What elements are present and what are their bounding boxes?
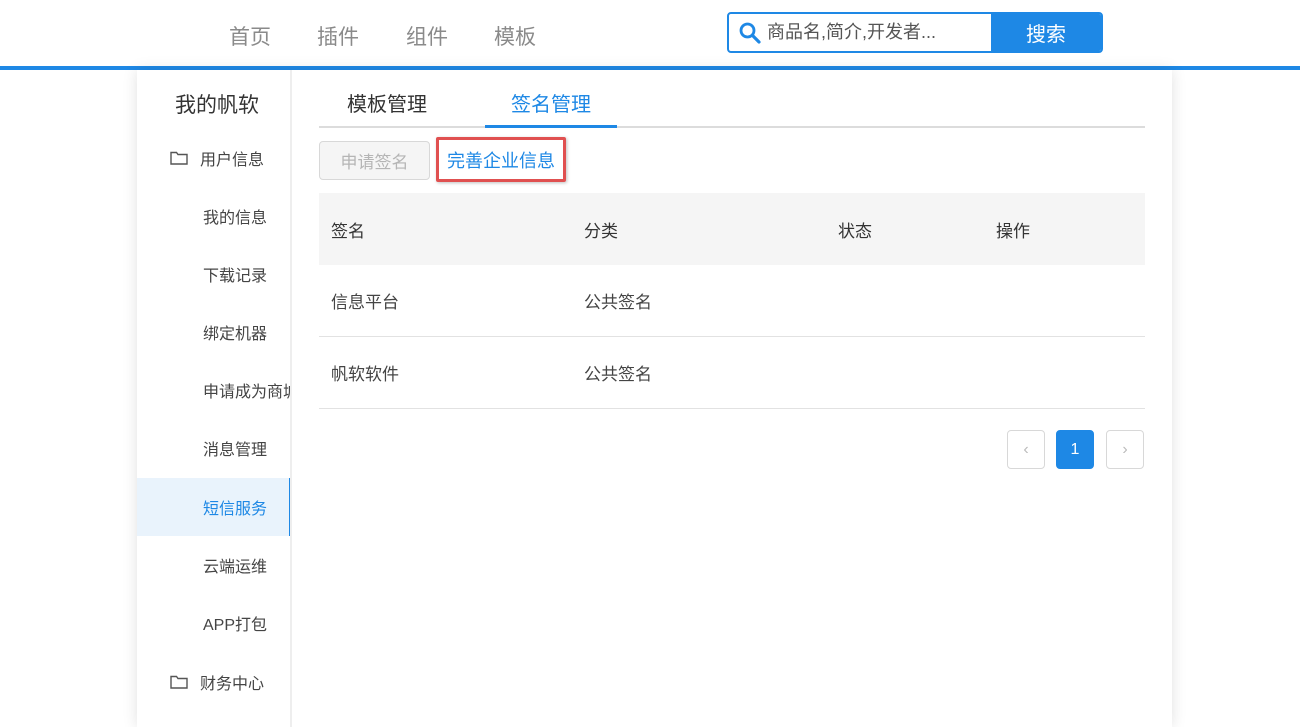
- tab-bar: 模板管理 签名管理: [319, 88, 1145, 128]
- pagination-prev-button[interactable]: ‹: [1007, 430, 1045, 469]
- sidebar-title: 我的帆软: [175, 94, 259, 117]
- cell-category: 公共签名: [584, 293, 652, 312]
- nav-plugins[interactable]: 插件: [317, 24, 359, 52]
- header-actions: 操作: [996, 221, 1030, 241]
- search-button[interactable]: 搜索: [991, 14, 1101, 51]
- apply-signature-button[interactable]: 申请签名: [319, 141, 430, 180]
- signature-table: 签名 分类 状态 操作 信息平台 公共签名 帆软软件 公共签名: [319, 193, 1145, 409]
- header-status: 状态: [838, 221, 872, 241]
- folder-icon: [170, 151, 188, 165]
- sidebar-item-become-developer[interactable]: 申请成为商城开发者: [137, 361, 290, 419]
- sidebar-item-app-packaging[interactable]: APP打包: [137, 594, 290, 652]
- table-header: 签名 分类 状态 操作: [319, 193, 1145, 265]
- sidebar-group-finance[interactable]: 财务中心: [170, 667, 264, 697]
- header-category: 分类: [584, 221, 618, 241]
- cell-signature: 帆软软件: [331, 365, 399, 384]
- sidebar: 我的帆软 用户信息 我的信息 下载记录 绑定机器 申请成为商城开发者 消息管理 …: [137, 70, 292, 727]
- tab-signature-management[interactable]: 签名管理: [485, 90, 617, 128]
- table-row: 帆软软件 公共签名: [319, 337, 1145, 409]
- sidebar-item-messages[interactable]: 消息管理: [137, 419, 290, 477]
- sidebar-item-bind-machine[interactable]: 绑定机器: [137, 303, 290, 361]
- search-box: 搜索: [727, 12, 1103, 53]
- sidebar-group-user-info[interactable]: 用户信息: [170, 143, 264, 173]
- sidebar-group-label: 用户信息: [200, 152, 265, 169]
- cell-category: 公共签名: [584, 365, 652, 384]
- header-signature: 签名: [331, 221, 365, 241]
- sidebar-item-downloads[interactable]: 下载记录: [137, 245, 290, 303]
- tab-template-management[interactable]: 模板管理: [347, 90, 427, 128]
- search-input[interactable]: [767, 14, 989, 51]
- sidebar-item-my-info[interactable]: 我的信息: [137, 187, 290, 245]
- sidebar-group-label: 财务中心: [200, 676, 265, 693]
- pagination-page-1[interactable]: 1: [1056, 430, 1094, 469]
- nav-templates[interactable]: 模板: [494, 24, 536, 52]
- cell-signature: 信息平台: [331, 293, 399, 312]
- nav-components[interactable]: 组件: [406, 24, 448, 52]
- complete-company-info-link[interactable]: 完善企业信息: [436, 137, 566, 182]
- folder-icon: [170, 675, 188, 689]
- sidebar-item-cloud-ops[interactable]: 云端运维: [137, 536, 290, 594]
- table-row: 信息平台 公共签名: [319, 265, 1145, 337]
- top-navbar: 首页 插件 组件 模板 搜索: [0, 0, 1300, 70]
- main-card: 我的帆软 用户信息 我的信息 下载记录 绑定机器 申请成为商城开发者 消息管理 …: [137, 70, 1172, 727]
- nav-home[interactable]: 首页: [229, 24, 271, 52]
- search-icon: [733, 14, 767, 51]
- sidebar-item-sms-service[interactable]: 短信服务: [137, 478, 290, 536]
- pagination-next-button[interactable]: ›: [1106, 430, 1144, 469]
